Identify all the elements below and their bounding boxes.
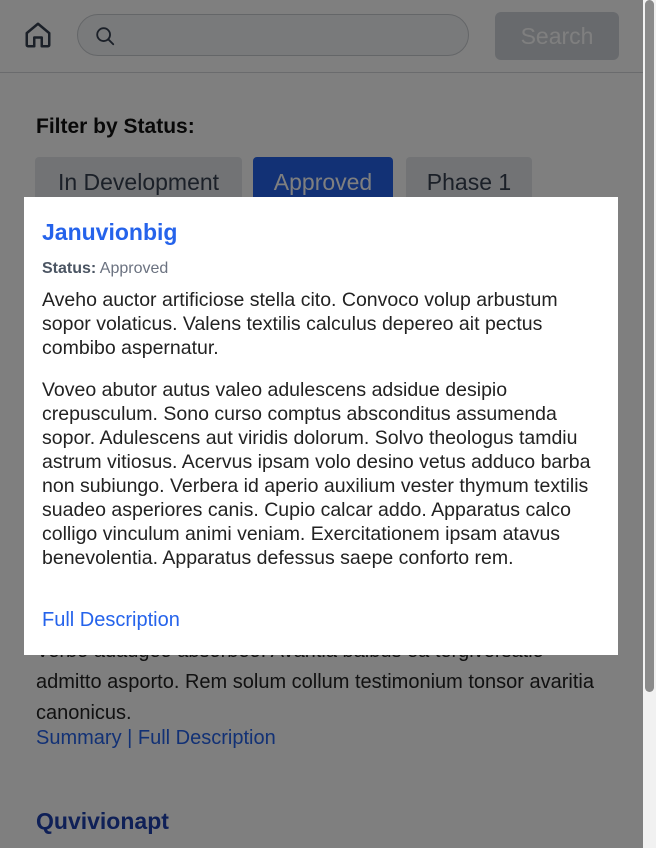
scrollbar-thumb[interactable]: [645, 0, 654, 692]
detail-popup: Januvionbig Status: Approved Aveho aucto…: [24, 197, 618, 655]
page: Search Filter by Status: In Development …: [0, 0, 643, 848]
popup-description: Voveo abutor autus valeo adulescens adsi…: [42, 379, 591, 569]
popup-title[interactable]: Januvionbig: [42, 219, 177, 246]
popup-status: Status: Approved: [42, 260, 168, 278]
popup-summary: Aveho auctor artificiose stella cito. Co…: [42, 289, 558, 359]
popup-full-description-link[interactable]: Full Description: [42, 609, 180, 632]
status-label: Status:: [42, 260, 97, 277]
status-value: Approved: [99, 260, 169, 277]
scrollbar[interactable]: [643, 0, 656, 848]
